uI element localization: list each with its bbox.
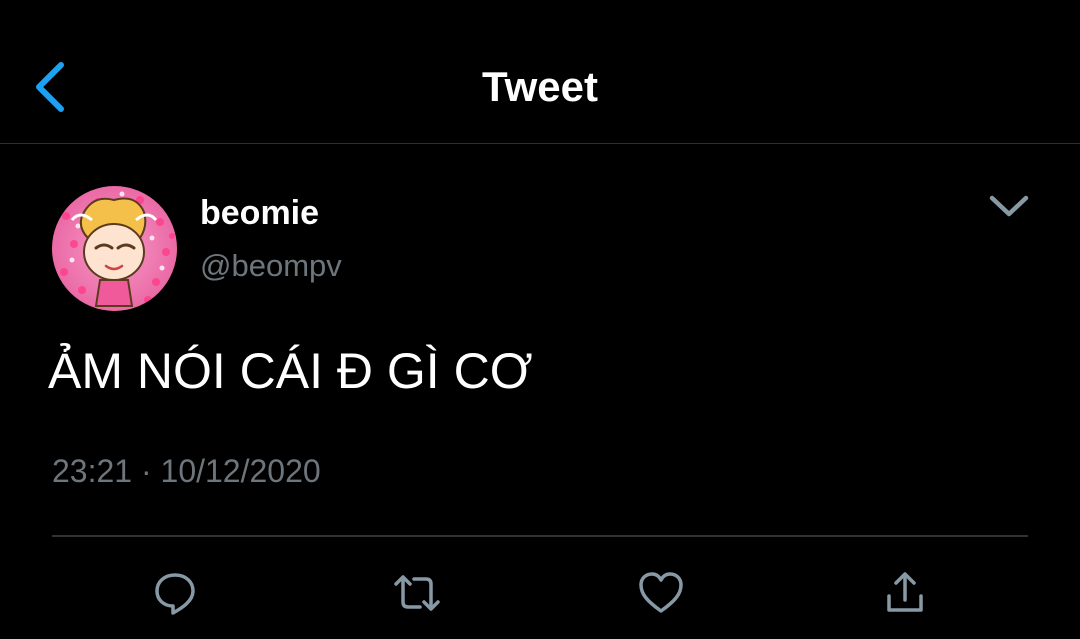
display-name[interactable]: beomie [200,192,319,234]
share-icon [887,572,923,612]
chevron-down-icon [989,195,1029,217]
avatar-image [52,186,177,311]
retweet-icon [394,575,440,611]
comment-icon [155,573,195,615]
share-button[interactable] [878,566,932,620]
heart-icon [639,572,683,613]
retweet-button[interactable] [390,566,444,620]
like-button[interactable] [634,566,688,620]
top-bar: Tweet [0,0,1080,144]
user-handle[interactable]: @beompv [200,246,342,286]
reply-button[interactable] [148,566,202,620]
avatar[interactable] [52,186,177,311]
more-options-button[interactable] [982,184,1036,228]
timestamp[interactable]: 23:21 · 10/12/2020 [52,450,321,492]
divider [52,535,1028,537]
tweet-text: ẢM NÓI CÁI Đ GÌ CƠ [48,343,533,399]
page-title: Tweet [482,63,598,110]
